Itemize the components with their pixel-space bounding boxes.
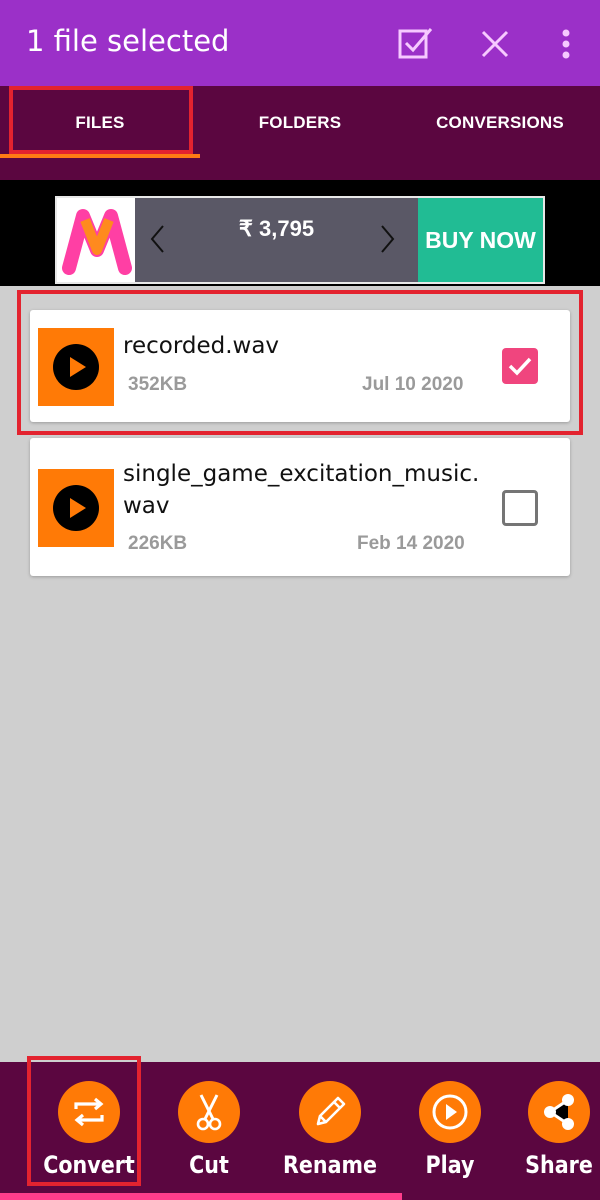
buy-now-button[interactable]: BUY NOW [418, 198, 543, 282]
play-label: Play [425, 1151, 475, 1179]
file-name: recorded.wav [123, 333, 280, 359]
file-date: Feb 14 2020 [357, 533, 465, 554]
tab-conversions[interactable]: CONVERSIONS [400, 86, 600, 160]
play-circle-icon [432, 1094, 468, 1130]
file-checkbox-checked[interactable] [502, 348, 538, 384]
brand-logo [57, 198, 135, 282]
file-list-item[interactable]: recorded.wav 352KB Jul 10 2020 [30, 310, 570, 422]
file-date: Jul 10 2020 [362, 374, 464, 395]
share-button[interactable]: Share [504, 1062, 600, 1192]
selection-title: 1 file selected [26, 24, 230, 58]
pencil-icon [316, 1096, 346, 1126]
tab-folders[interactable]: FOLDERS [200, 86, 400, 160]
play-icon [53, 344, 99, 390]
ad-price: ₹ 3,795 [238, 216, 315, 241]
file-list-item[interactable]: single_game_excitation_music. wav 226KB … [30, 438, 570, 576]
bottom-scroll-indicator [0, 1193, 402, 1200]
app-bar: 1 file selected [0, 0, 600, 86]
play-icon [53, 485, 99, 531]
file-name: single_game_excitation_music. wav [123, 458, 479, 522]
share-icon [544, 1094, 574, 1130]
select-all-icon[interactable] [395, 24, 435, 64]
checkmark-icon [508, 357, 532, 376]
more-vert-icon[interactable] [546, 24, 586, 64]
file-name-line-1: single_game_excitation_music. [123, 461, 480, 487]
play-button[interactable]: Play [395, 1062, 505, 1192]
file-size: 352KB [128, 374, 188, 395]
convert-highlight-box [27, 1056, 141, 1186]
file-size: 226KB [128, 533, 188, 554]
chevron-right-icon[interactable] [380, 224, 396, 254]
file-checkbox-unchecked[interactable] [502, 490, 538, 526]
ad-product-carousel[interactable]: ₹ 3,795 [135, 198, 418, 282]
active-tab-indicator [0, 154, 200, 158]
audio-thumbnail[interactable] [38, 469, 114, 547]
file-name-line-2: wav [123, 493, 170, 519]
cut-label: Cut [189, 1151, 229, 1179]
bottom-action-bar: Convert Cut Rename Play Share [0, 1056, 600, 1200]
rename-label: Rename [282, 1151, 378, 1179]
share-label: Share [525, 1151, 593, 1179]
scissors-icon [196, 1094, 222, 1131]
audio-thumbnail[interactable] [38, 328, 114, 406]
cut-button[interactable]: Cut [154, 1062, 264, 1192]
close-icon[interactable] [475, 24, 515, 64]
ad-banner[interactable]: ₹ 3,795 BUY NOW [0, 180, 600, 286]
rename-button[interactable]: Rename [275, 1062, 385, 1192]
tab-bar: FILES FOLDERS CONVERSIONS [0, 86, 600, 180]
tab-highlight-box [9, 86, 193, 154]
ad-box[interactable]: ₹ 3,795 BUY NOW [55, 196, 545, 284]
